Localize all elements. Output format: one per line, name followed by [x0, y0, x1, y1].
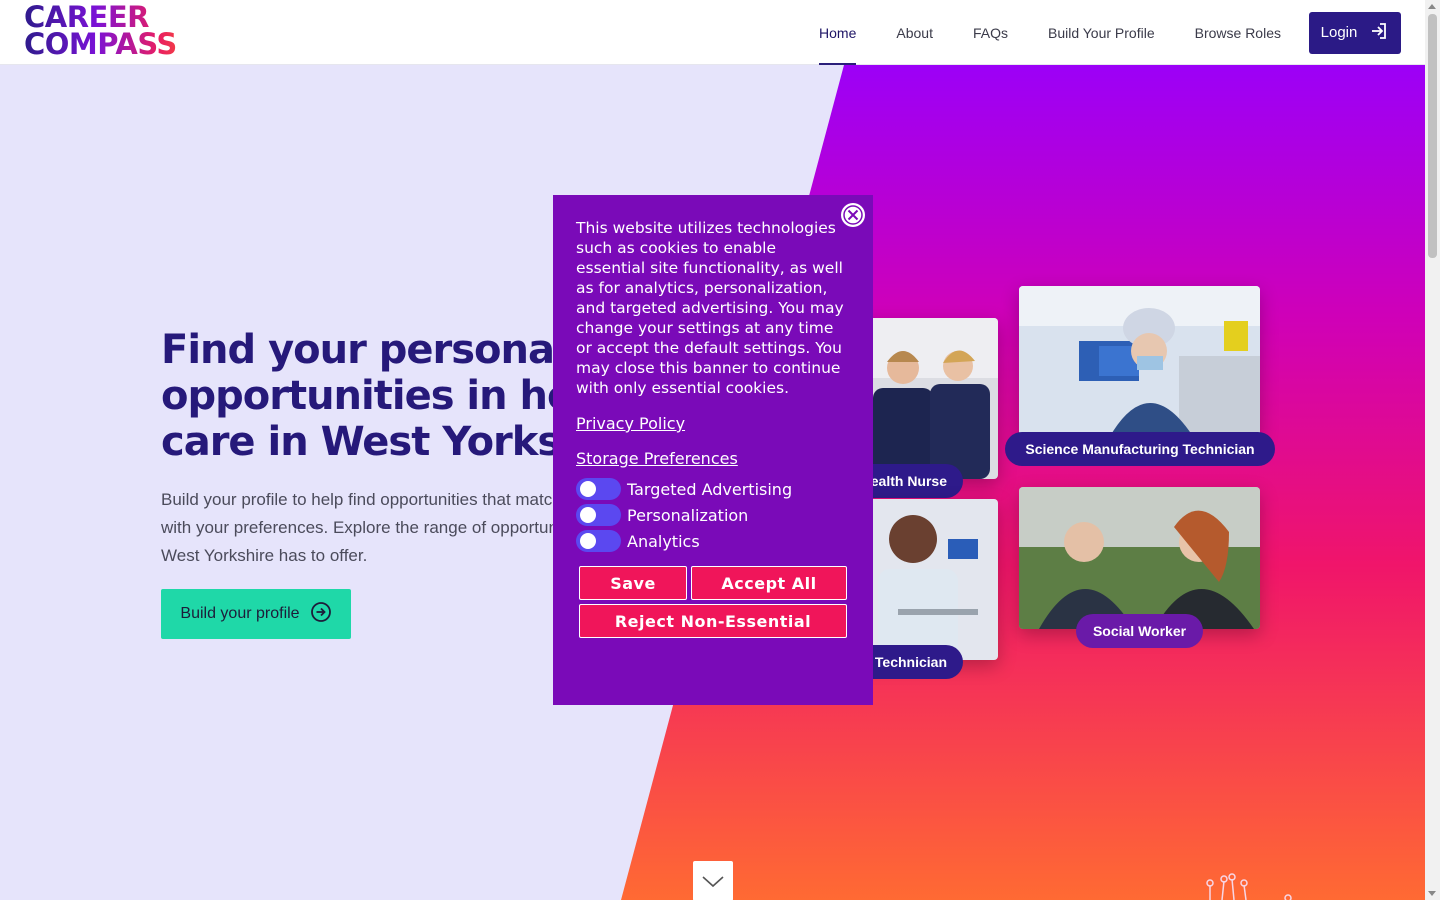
scrollbar-thumb[interactable]: [1428, 14, 1437, 258]
pref-personalization: Personalization: [576, 502, 873, 528]
scroll-up-arrow-icon[interactable]: [1428, 4, 1436, 9]
decorative-network-graphic: [1206, 873, 1292, 900]
save-button[interactable]: Save: [579, 566, 687, 600]
personalization-toggle[interactable]: [576, 504, 621, 526]
build-profile-label: Build your profile: [180, 605, 300, 622]
nav-faqs[interactable]: FAQs: [953, 0, 1028, 65]
role-card-health-nurse[interactable]: [858, 318, 998, 479]
cookie-button-row: Save Accept All: [579, 566, 873, 600]
pref-label: Analytics: [627, 531, 700, 551]
cookie-close-button[interactable]: [841, 203, 865, 227]
lab-technician-photo: [1019, 286, 1260, 438]
nav-home[interactable]: Home: [799, 0, 876, 65]
reject-non-essential-button[interactable]: Reject Non-Essential: [579, 604, 847, 638]
nav-about[interactable]: About: [876, 0, 953, 65]
role-card-technician[interactable]: [858, 499, 998, 660]
accept-all-button[interactable]: Accept All: [691, 566, 847, 600]
chevron-down-icon: [702, 876, 724, 888]
page-scrollbar[interactable]: [1425, 0, 1440, 900]
cookie-consent-banner: This website utilizes technologies such …: [553, 195, 873, 705]
site-header: CAREER COMPASS Home About FAQs Build You…: [0, 0, 1425, 65]
storage-preferences-list: Targeted Advertising Personalization Ana…: [576, 476, 873, 554]
main-nav: Home About FAQs Build Your Profile Brows…: [799, 0, 1401, 65]
privacy-policy-link[interactable]: Privacy Policy: [576, 414, 873, 433]
build-profile-button[interactable]: Build your profile: [161, 589, 351, 639]
targeted-advertising-toggle[interactable]: [576, 478, 621, 500]
role-pill-science-manufacturing-technician[interactable]: Science Manufacturing Technician: [1005, 432, 1275, 466]
analytics-toggle[interactable]: [576, 530, 621, 552]
logo-line-2: COMPASS: [24, 30, 204, 59]
role-card-science-manufacturing-technician[interactable]: [1019, 286, 1260, 438]
nav-browse-roles[interactable]: Browse Roles: [1175, 0, 1301, 65]
arrow-circle-right-icon: [310, 601, 332, 628]
hero-subtitle: Build your profile to help find opportun…: [161, 490, 589, 565]
pref-targeted-advertising: Targeted Advertising: [576, 476, 873, 502]
pref-label: Targeted Advertising: [627, 479, 793, 499]
nurses-photo: [858, 318, 998, 479]
role-pill-social-worker[interactable]: Social Worker: [1076, 614, 1203, 648]
scroll-down-arrow-icon[interactable]: [1428, 891, 1436, 896]
social-worker-photo: [1019, 487, 1260, 629]
storage-preferences-link[interactable]: Storage Preferences: [576, 449, 873, 468]
close-icon: [843, 205, 863, 225]
role-card-social-worker[interactable]: [1019, 487, 1260, 629]
scroll-down-button[interactable]: [693, 861, 733, 900]
login-icon: [1369, 21, 1389, 45]
pref-label: Personalization: [627, 505, 749, 525]
nav-build-your-profile[interactable]: Build Your Profile: [1028, 0, 1175, 65]
pref-analytics: Analytics: [576, 528, 873, 554]
login-label: Login: [1320, 24, 1358, 41]
career-compass-logo[interactable]: CAREER COMPASS: [24, 3, 204, 62]
cookie-description: This website utilizes technologies such …: [576, 219, 844, 397]
healthcare-technician-photo: [858, 499, 998, 660]
login-button[interactable]: Login: [1309, 11, 1401, 54]
